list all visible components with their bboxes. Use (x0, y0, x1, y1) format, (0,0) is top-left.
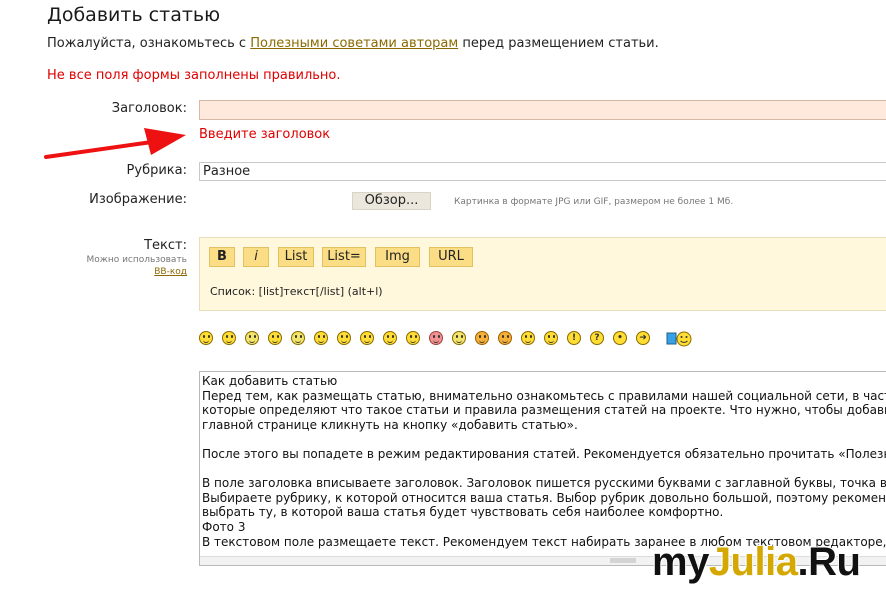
watermark-part-my: my (652, 540, 709, 584)
article-text: Как добавить статью Перед тем, как размещ… (202, 374, 886, 549)
red-arrow-icon (44, 128, 186, 159)
article-line: Как добавить статью (202, 374, 338, 388)
article-line: которые определяют что такое статьи и пр… (202, 403, 886, 418)
notice-text-after: перед размещением статьи. (458, 36, 659, 51)
image-button[interactable]: Img (375, 247, 420, 267)
tips-link[interactable]: Полезными советами авторам (250, 36, 458, 51)
article-textarea[interactable]: Как добавить статью Перед тем, как размещ… (199, 371, 886, 566)
notice-text-before: Пожалуйста, ознакомьтесь с (47, 36, 251, 51)
site-watermark: myJulia.Ru (652, 540, 861, 585)
article-line: После этого вы попадете в режим редактир… (202, 446, 886, 461)
article-line: выбрать ту, в которой ваша статья будет … (202, 505, 724, 520)
rolleyes-icon[interactable] (521, 331, 535, 345)
article-line: Фото 3 (202, 519, 246, 534)
laugh-icon[interactable] (360, 331, 374, 345)
evil-icon[interactable] (475, 331, 489, 345)
watermark-part-ru: .Ru (797, 540, 861, 584)
watermark-part-julia: Julia (708, 540, 798, 584)
title-label: Заголовок: (111, 101, 187, 116)
tongue-icon[interactable] (406, 331, 420, 345)
url-button[interactable]: URL (429, 247, 473, 267)
exclaim-icon[interactable]: ! (567, 331, 581, 345)
editor-hint: Список: [list]текст[/list] (alt+l) (210, 285, 383, 298)
smile-icon[interactable] (199, 331, 213, 345)
article-line: Перед тем, как размещать статью, внимате… (202, 388, 886, 403)
page-title: Добавить статью (47, 4, 221, 26)
numbered-list-button[interactable]: List= (322, 247, 366, 267)
article-line: Выбираете рубрику, к которой относится в… (202, 490, 886, 505)
form-error-message: Не все поля формы заполнены правильно. (47, 68, 341, 83)
editor-toolbar: B i List List= Img URL Список: [list]тек… (199, 237, 886, 311)
italic-button[interactable]: i (243, 247, 269, 267)
image-hint: Картинка в формате JPG или GIF, размером… (454, 197, 734, 207)
article-line: В поле заголовка вписываете заголовок. З… (202, 476, 886, 491)
grin-icon[interactable] (222, 331, 236, 345)
twisted-icon[interactable] (498, 331, 512, 345)
confused-icon[interactable] (383, 331, 397, 345)
shocked-icon[interactable] (268, 331, 282, 345)
title-error: Введите заголовок (199, 127, 331, 142)
article-line (202, 432, 886, 447)
question-icon[interactable]: ? (590, 331, 604, 345)
dizzy-icon[interactable] (291, 331, 305, 345)
neutral-icon[interactable] (314, 331, 328, 345)
bold-button[interactable]: B (209, 247, 235, 267)
unhappy-icon[interactable] (452, 331, 466, 345)
image-label: Изображение: (89, 192, 187, 207)
wink-icon[interactable] (544, 331, 558, 345)
angry-red-icon[interactable] (429, 331, 443, 345)
bb-code-link[interactable]: BB-код (154, 267, 187, 277)
arrow-icon[interactable]: ➜ (636, 331, 650, 345)
list-button[interactable]: List (278, 247, 314, 267)
special-smiley-icon[interactable] (666, 330, 694, 348)
title-input[interactable] (199, 100, 886, 120)
scrollbar-thumb[interactable] (610, 558, 636, 563)
bb-hint-text: Можно использовать (86, 255, 187, 265)
sad-icon[interactable] (245, 331, 259, 345)
text-label: Текст: (144, 238, 187, 253)
notice: Пожалуйста, ознакомьтесь с Полезными сов… (47, 36, 659, 51)
bb-code-hint: Можно использовать BB-код (40, 254, 187, 278)
category-select[interactable]: Разное (199, 162, 886, 181)
article-line: главной странице кликнуть на кнопку «доб… (202, 417, 578, 432)
idea-icon[interactable]: • (613, 331, 627, 345)
category-label: Рубрика: (126, 163, 187, 178)
cool-icon[interactable] (337, 331, 351, 345)
browse-button[interactable]: Обзор... (352, 192, 431, 210)
article-line (202, 462, 886, 477)
